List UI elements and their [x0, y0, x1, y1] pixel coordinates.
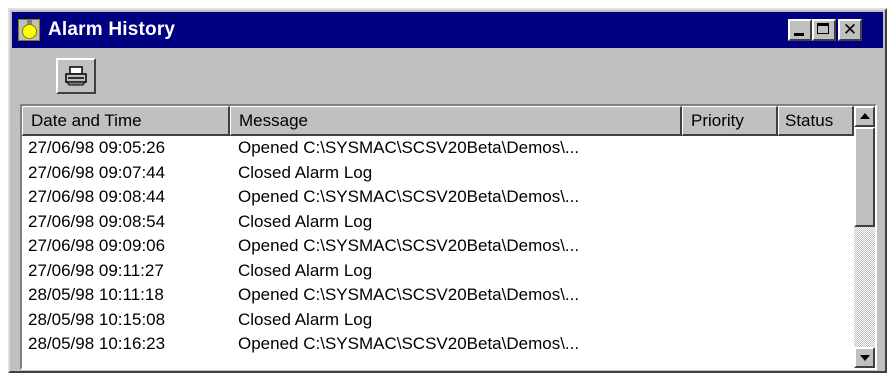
window-title: Alarm History	[48, 19, 176, 40]
table-row[interactable]: 27/06/98 09:08:54 Closed Alarm Log	[22, 210, 854, 235]
table-row[interactable]: 28/05/98 10:16:23 Opened C:\SYSMAC\SCSV2…	[22, 332, 854, 357]
cell-datetime: 28/05/98 10:11:18	[28, 285, 164, 304]
column-header-status[interactable]: Status	[778, 106, 854, 136]
cell-message: Opened C:\SYSMAC\SCSV20Beta\Demos\...	[238, 236, 580, 255]
scroll-thumb[interactable]	[854, 127, 875, 227]
cell-message: Opened C:\SYSMAC\SCSV20Beta\Demos\...	[238, 334, 580, 353]
column-header-date-time[interactable]: Date and Time	[22, 106, 230, 136]
table-row[interactable]: 27/06/98 09:05:26 Opened C:\SYSMAC\SCSV2…	[22, 136, 854, 161]
table-row[interactable]: 28/05/98 10:15:08 Closed Alarm Log	[22, 308, 854, 333]
alarm-rows: 27/06/98 09:05:26 Opened C:\SYSMAC\SCSV2…	[22, 136, 854, 357]
cell-message: Opened C:\SYSMAC\SCSV20Beta\Demos\...	[238, 138, 580, 157]
cell-datetime: 27/06/98 09:05:26	[28, 138, 166, 157]
table-row[interactable]: 27/06/98 09:11:27 Closed Alarm Log	[22, 259, 854, 284]
minimize-button[interactable]	[788, 19, 812, 41]
cell-datetime: 27/06/98 09:09:06	[28, 236, 166, 255]
alarm-list[interactable]: Date and Time Message Priority Status 27…	[20, 104, 877, 370]
maximize-icon	[817, 23, 829, 34]
cell-datetime: 27/06/98 09:07:44	[28, 162, 166, 182]
cell-datetime: 27/06/98 09:08:54	[28, 211, 166, 231]
minimize-icon	[794, 33, 804, 36]
cell-message: Opened C:\SYSMAC\SCSV20Beta\Demos\...	[238, 187, 580, 206]
cell-message: Closed Alarm Log	[238, 260, 373, 280]
print-button[interactable]	[56, 58, 96, 94]
vertical-scrollbar[interactable]	[854, 106, 875, 368]
alarm-history-window: Alarm History ✕ Date and Time Message Pr…	[8, 8, 887, 373]
cell-message: Closed Alarm Log	[238, 162, 373, 182]
scroll-down-arrow-icon	[860, 355, 870, 361]
alarm-bell-icon[interactable]	[18, 19, 40, 41]
cell-message: Closed Alarm Log	[238, 211, 373, 231]
scroll-up-arrow-icon	[860, 113, 870, 119]
table-row[interactable]: 28/05/98 10:11:18 Opened C:\SYSMAC\SCSV2…	[22, 283, 854, 308]
table-row[interactable]: 27/06/98 09:08:44 Opened C:\SYSMAC\SCSV2…	[22, 185, 854, 210]
printer-icon	[65, 66, 87, 86]
cell-message: Closed Alarm Log	[238, 309, 373, 329]
cell-datetime: 27/06/98 09:08:44	[28, 187, 166, 206]
table-row[interactable]: 27/06/98 09:07:44 Closed Alarm Log	[22, 161, 854, 186]
column-header-message[interactable]: Message	[230, 106, 682, 136]
table-row[interactable]: 27/06/98 09:09:06 Opened C:\SYSMAC\SCSV2…	[22, 234, 854, 259]
cell-message: Opened C:\SYSMAC\SCSV20Beta\Demos\...	[238, 285, 580, 304]
cell-datetime: 28/05/98 10:15:08	[28, 309, 166, 329]
close-button[interactable]: ✕	[838, 19, 862, 41]
scroll-down-button[interactable]	[854, 347, 875, 368]
cell-datetime: 28/05/98 10:16:23	[28, 334, 166, 353]
cell-datetime: 27/06/98 09:11:27	[28, 260, 164, 280]
close-icon: ✕	[842, 20, 858, 40]
column-header-priority[interactable]: Priority	[682, 106, 778, 136]
maximize-button[interactable]	[812, 19, 836, 41]
scroll-up-button[interactable]	[854, 106, 875, 127]
title-bar[interactable]: Alarm History ✕	[12, 12, 883, 48]
